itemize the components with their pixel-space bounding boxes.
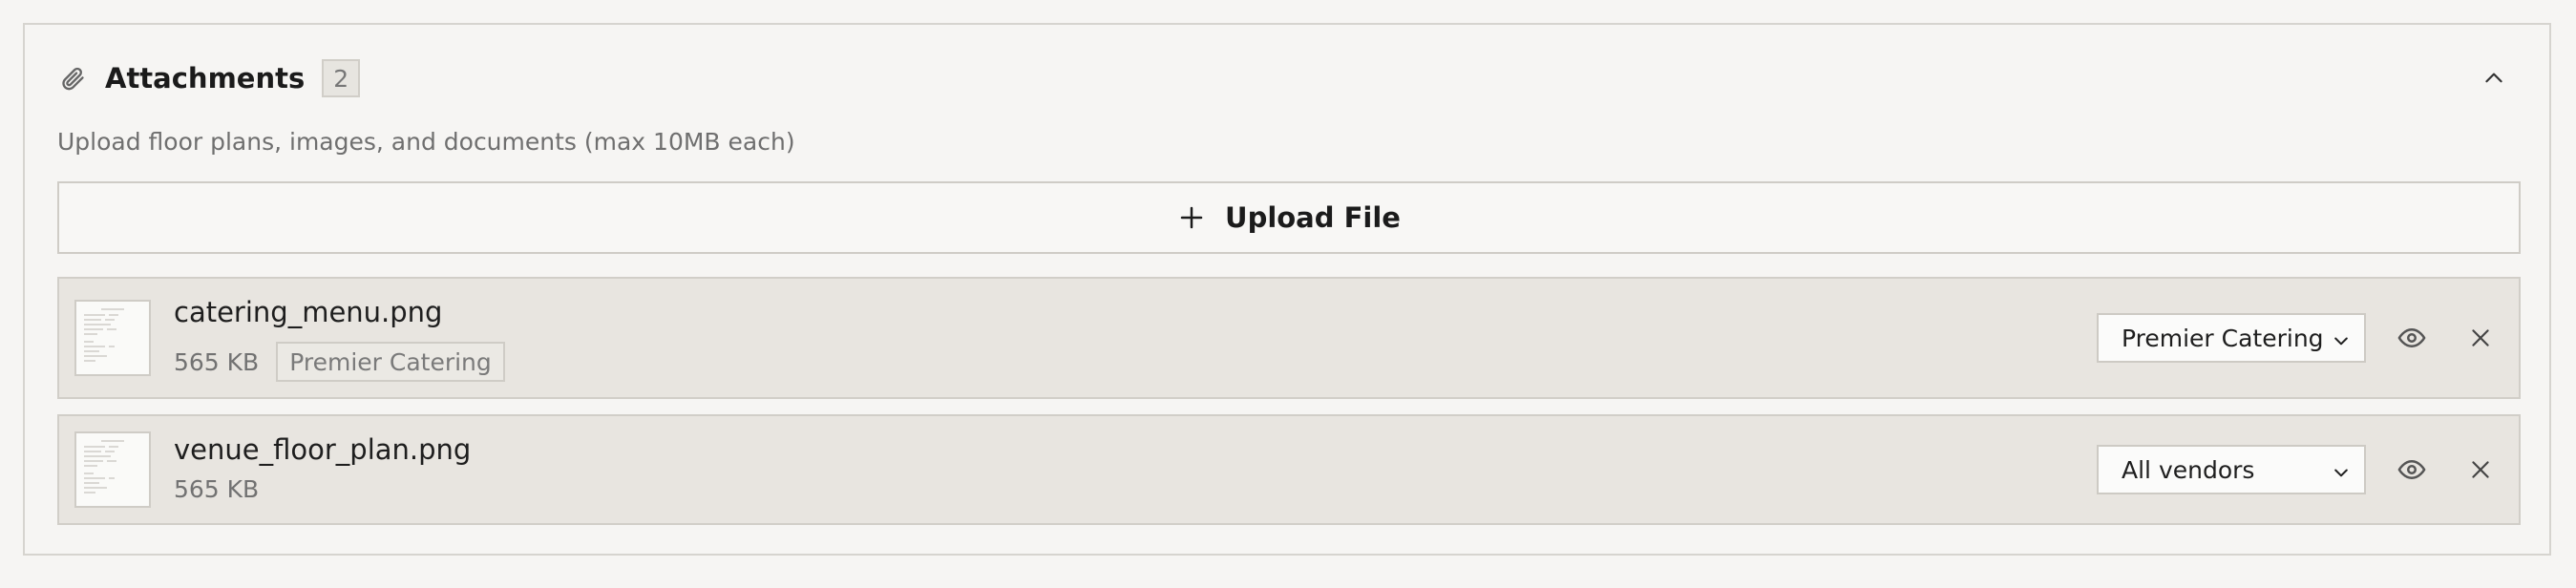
attachments-panel: Attachments 2 Upload floor plans, images…	[23, 23, 2551, 556]
close-icon[interactable]	[2460, 317, 2502, 359]
file-name: catering_menu.png	[174, 296, 443, 328]
upload-file-label: Upload File	[1225, 201, 1401, 234]
chevron-down-icon	[2332, 460, 2351, 479]
eye-icon[interactable]	[2391, 449, 2433, 491]
attachments-description: Upload floor plans, images, and document…	[57, 128, 795, 156]
vendor-visibility-select[interactable]: Premier Catering	[2097, 313, 2366, 363]
vendor-tag: Premier Catering	[276, 342, 505, 382]
plus-icon	[1177, 203, 1206, 232]
vendor-visibility-select[interactable]: All vendors	[2097, 445, 2366, 494]
file-size: 565 KB	[174, 475, 260, 503]
vendor-visibility-value: All vendors	[2122, 455, 2255, 484]
file-meta: 565 KB Premier Catering	[174, 342, 505, 382]
attachments-header[interactable]: Attachments 2	[57, 55, 2517, 101]
file-name: venue_floor_plan.png	[174, 433, 472, 466]
file-thumbnail	[74, 300, 151, 376]
chevron-up-icon[interactable]	[2471, 55, 2517, 101]
attachment-row: venue_floor_plan.png 565 KB All vendors	[57, 414, 2521, 525]
file-size: 565 KB	[174, 347, 260, 376]
section-title: Attachments	[105, 62, 306, 94]
attachment-row: catering_menu.png 565 KB Premier Caterin…	[57, 277, 2521, 399]
upload-file-button[interactable]: Upload File	[57, 181, 2521, 254]
vendor-visibility-value: Premier Catering	[2122, 324, 2324, 352]
chevron-down-icon	[2332, 328, 2351, 347]
file-thumbnail	[74, 431, 151, 508]
close-icon[interactable]	[2460, 449, 2502, 491]
eye-icon[interactable]	[2391, 317, 2433, 359]
paperclip-icon	[57, 63, 88, 94]
attachment-count-badge: 2	[322, 59, 361, 97]
file-meta: 565 KB	[174, 475, 259, 503]
